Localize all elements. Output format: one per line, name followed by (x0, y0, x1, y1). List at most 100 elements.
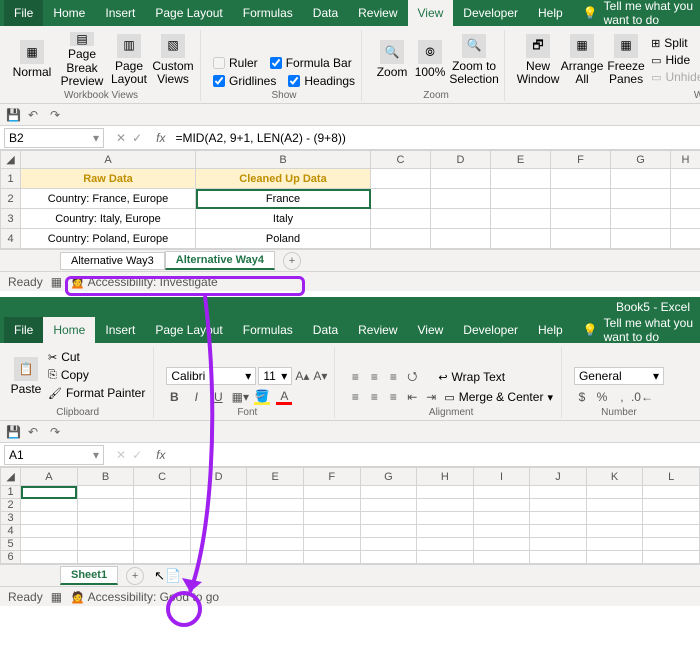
currency-icon[interactable]: $ (574, 389, 590, 405)
tab-developer[interactable]: Developer (453, 0, 528, 26)
cell[interactable] (417, 538, 474, 551)
cell[interactable] (304, 486, 361, 499)
col-header-J[interactable]: J (530, 468, 587, 486)
cell[interactable] (190, 499, 247, 512)
cell[interactable] (530, 551, 587, 564)
tab-insert[interactable]: Insert (95, 317, 145, 343)
increase-indent-icon[interactable]: ⇥ (423, 389, 439, 405)
tab-home[interactable]: Home (43, 317, 95, 343)
row-header-6[interactable]: 6 (1, 551, 21, 564)
bold-button[interactable]: B (166, 389, 182, 405)
cell[interactable] (371, 209, 431, 229)
cell[interactable] (360, 486, 417, 499)
underline-button[interactable]: U (210, 389, 226, 405)
cell[interactable] (586, 512, 643, 525)
cell[interactable] (491, 189, 551, 209)
col-header-B[interactable]: B (77, 468, 134, 486)
cell-A3[interactable]: Country: Italy, Europe (21, 209, 196, 229)
cell[interactable] (643, 551, 700, 564)
accessibility-status[interactable]: 🙍 Accessibility: Investigate (70, 275, 218, 289)
page-layout-button[interactable]: ▥Page Layout (108, 32, 150, 88)
headings-checkbox[interactable]: Headings (288, 74, 355, 88)
tab-view[interactable]: View (408, 0, 454, 26)
cell[interactable] (190, 551, 247, 564)
cell[interactable] (431, 229, 491, 249)
cell[interactable] (417, 512, 474, 525)
col-header-B[interactable]: B (196, 151, 371, 169)
merge-center-button[interactable]: ▭ Merge & Center ▾ (442, 389, 555, 405)
cell[interactable] (190, 512, 247, 525)
cell[interactable] (586, 551, 643, 564)
cell[interactable] (530, 538, 587, 551)
formula-input[interactable] (171, 131, 700, 145)
spreadsheet-grid[interactable]: ◢ A B C D E F G H I J K L 1 2 3 4 5 6 (0, 467, 700, 564)
col-header-F[interactable]: F (304, 468, 361, 486)
cell[interactable] (643, 486, 700, 499)
cell[interactable] (417, 525, 474, 538)
tab-file[interactable]: File (4, 317, 43, 343)
hide-button[interactable]: ▭ Hide (649, 52, 700, 68)
cell[interactable] (643, 525, 700, 538)
macro-icon[interactable]: ▦ (51, 275, 62, 289)
save-icon[interactable]: 💾 (6, 425, 20, 439)
font-size-select[interactable]: 11▾ (258, 367, 292, 385)
cell[interactable] (431, 169, 491, 189)
cell[interactable] (190, 486, 247, 499)
cell[interactable] (247, 486, 304, 499)
col-header-K[interactable]: K (586, 468, 643, 486)
ruler-checkbox[interactable]: Ruler (213, 56, 258, 70)
cell[interactable] (21, 512, 78, 525)
col-header-H[interactable]: H (417, 468, 474, 486)
cell-A1[interactable]: Raw Data (21, 169, 196, 189)
tab-insert[interactable]: Insert (95, 0, 145, 26)
normal-view-button[interactable]: ▦Normal (8, 32, 56, 88)
row-header-2[interactable]: 2 (1, 189, 21, 209)
select-all-corner[interactable]: ◢ (1, 468, 21, 486)
row-header-2[interactable]: 2 (1, 499, 21, 512)
cell[interactable] (491, 209, 551, 229)
col-header-C[interactable]: C (134, 468, 191, 486)
col-header-D[interactable]: D (431, 151, 491, 169)
enter-icon[interactable]: ✓ (132, 131, 142, 145)
fill-color-button[interactable]: 🪣 (254, 389, 270, 405)
name-box[interactable]: B2▾ (4, 128, 104, 148)
tab-view[interactable]: View (408, 317, 454, 343)
cell[interactable] (417, 551, 474, 564)
orientation-icon[interactable]: ⭯ (404, 369, 420, 385)
wrap-text-button[interactable]: ↩ Wrap Text (436, 369, 507, 385)
formula-bar-checkbox[interactable]: Formula Bar (270, 56, 352, 70)
paste-button[interactable]: 📋Paste (8, 349, 44, 405)
col-header-C[interactable]: C (371, 151, 431, 169)
cell[interactable] (417, 499, 474, 512)
row-header-1[interactable]: 1 (1, 169, 21, 189)
tab-developer[interactable]: Developer (453, 317, 528, 343)
cell[interactable] (190, 538, 247, 551)
number-format-select[interactable]: General▾ (574, 367, 664, 385)
cell-A1[interactable] (21, 486, 78, 499)
new-window-button[interactable]: 🗗New Window (517, 32, 559, 88)
cell[interactable] (77, 525, 134, 538)
tab-home[interactable]: Home (43, 0, 95, 26)
cell-B3[interactable]: Italy (196, 209, 371, 229)
cell[interactable] (491, 229, 551, 249)
row-header-1[interactable]: 1 (1, 486, 21, 499)
cell[interactable] (247, 499, 304, 512)
increase-font-icon[interactable]: A▴ (294, 368, 310, 384)
sheet-tab-alt4[interactable]: Alternative Way4 (165, 251, 275, 270)
tab-review[interactable]: Review (348, 317, 407, 343)
cell[interactable] (21, 551, 78, 564)
cell[interactable] (77, 538, 134, 551)
tab-review[interactable]: Review (348, 0, 407, 26)
tab-data[interactable]: Data (303, 317, 348, 343)
decrease-indent-icon[interactable]: ⇤ (404, 389, 420, 405)
cell[interactable] (304, 551, 361, 564)
cell[interactable] (551, 189, 611, 209)
cell[interactable] (671, 169, 700, 189)
cell[interactable] (360, 499, 417, 512)
cell[interactable] (473, 551, 530, 564)
tell-me-search[interactable]: 💡 Tell me what you want to do (573, 0, 696, 27)
italic-button[interactable]: I (188, 389, 204, 405)
align-right-icon[interactable]: ≡ (385, 389, 401, 405)
align-middle-icon[interactable]: ≡ (366, 369, 382, 385)
cell[interactable] (530, 512, 587, 525)
